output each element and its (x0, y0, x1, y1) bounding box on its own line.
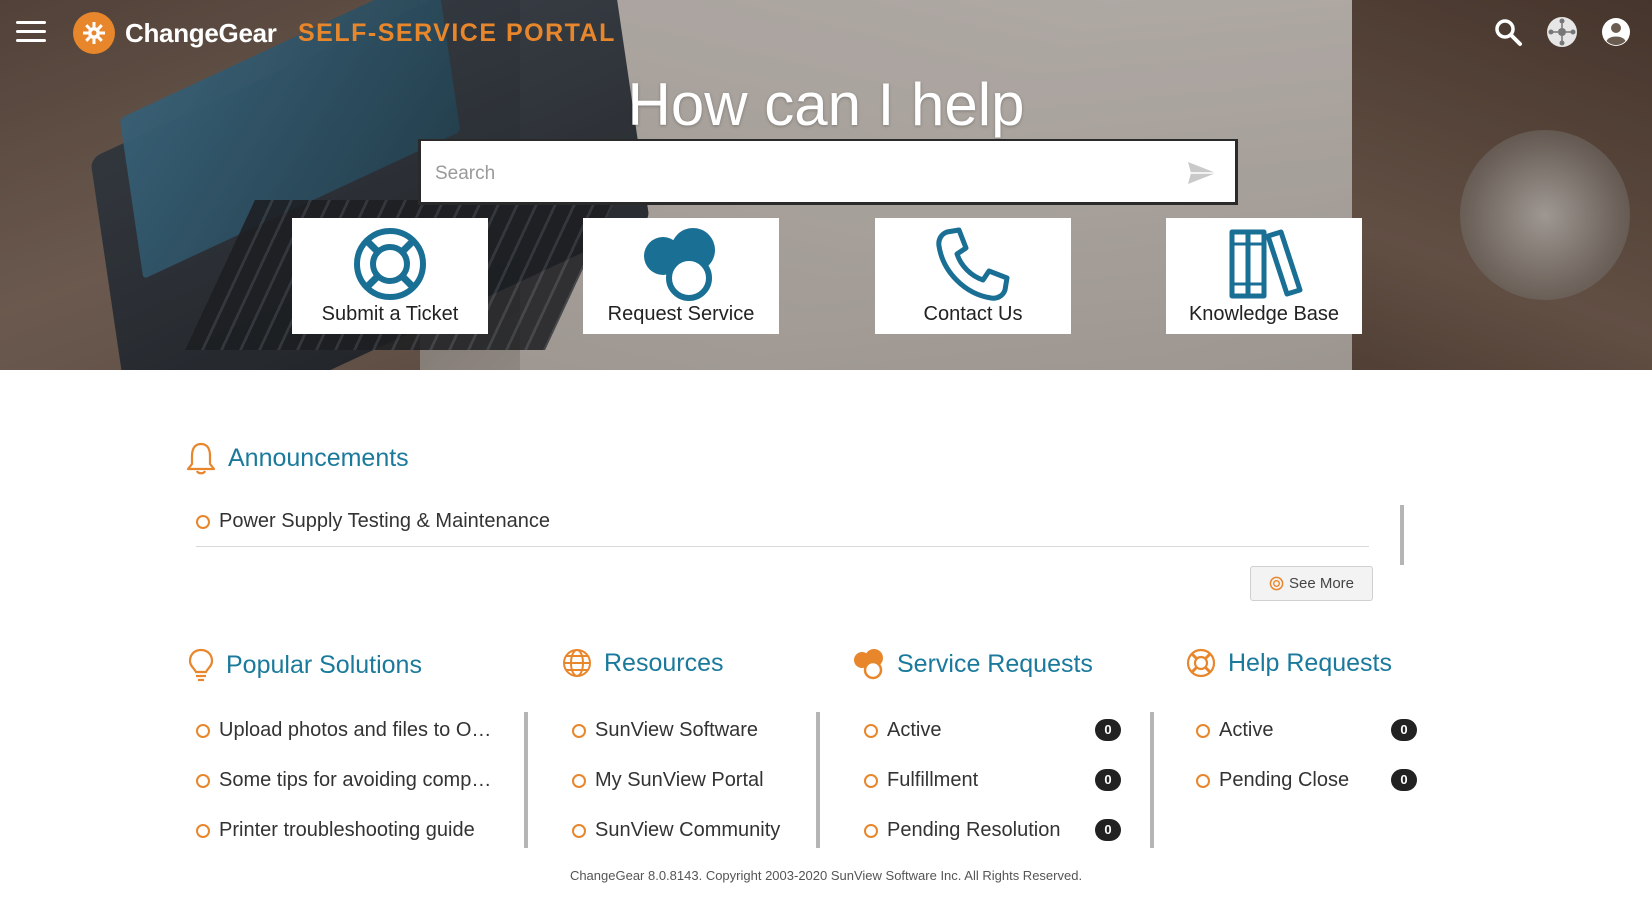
hero-title: How can I help (627, 71, 1025, 138)
lifebuoy-icon (1186, 648, 1216, 678)
bullet-icon (196, 723, 210, 738)
bullet-icon (864, 723, 878, 738)
section-title: Announcements (228, 443, 409, 472)
item-label: SunView Software (595, 719, 759, 741)
bullet-icon (1196, 773, 1210, 788)
service-bubbles-icon (644, 228, 715, 301)
brand-name: ChangeGear (125, 18, 277, 48)
service-requests-scrollbar[interactable] (1150, 712, 1154, 848)
submit-ticket-tile[interactable]: Submit a Ticket (292, 218, 488, 334)
books-icon (1229, 229, 1303, 299)
section-title: Resources (604, 648, 724, 677)
service-request-active[interactable]: Active (864, 719, 941, 742)
see-more-label: See More (1288, 575, 1355, 592)
service-request-pending-resolution[interactable]: Pending Resolution (864, 819, 1060, 842)
count-badge: 0 (1391, 769, 1417, 791)
help-requests-header: Help Requests (1186, 648, 1392, 678)
item-label: Pending Close (1219, 769, 1350, 791)
item-label: Pending Resolution (887, 819, 1061, 841)
logo-gear-icon (73, 12, 115, 54)
menu-icon[interactable] (16, 19, 46, 45)
bullet-icon (196, 823, 210, 838)
resource-item[interactable]: My SunView Portal (572, 769, 764, 792)
popular-solutions-header: Popular Solutions (188, 648, 422, 682)
count-badge: 0 (1391, 719, 1417, 741)
item-label: SunView Community (595, 819, 781, 841)
service-requests-header: Service Requests (853, 648, 1093, 680)
search-input[interactable] (435, 159, 1165, 189)
send-icon[interactable] (1187, 161, 1217, 190)
resource-item[interactable]: SunView Community (572, 819, 780, 842)
see-more-icon (1269, 576, 1284, 591)
tile-label: Request Service (607, 303, 755, 325)
item-label: Active (1219, 719, 1274, 741)
tile-label: Submit a Ticket (321, 303, 459, 325)
bullet-icon (572, 723, 586, 738)
lifebuoy-icon (354, 228, 426, 300)
resources-scrollbar[interactable] (816, 712, 820, 848)
popular-item[interactable]: Some tips for avoiding comp… (196, 769, 491, 792)
resource-item[interactable]: SunView Software (572, 719, 758, 742)
section-title: Service Requests (897, 649, 1093, 678)
count-badge: 0 (1095, 769, 1121, 791)
network-icon[interactable] (1546, 16, 1578, 48)
item-label: Upload photos and files to O… (219, 719, 492, 741)
globe-icon (563, 649, 591, 677)
bullet-icon (864, 773, 878, 788)
bullet-icon (572, 823, 586, 838)
item-label: Fulfillment (887, 769, 979, 791)
popular-item[interactable]: Upload photos and files to O… (196, 719, 491, 742)
tile-label: Contact Us (923, 303, 1023, 325)
announcement-item[interactable]: Power Supply Testing & Maintenance (196, 510, 550, 533)
section-title: Help Requests (1228, 648, 1392, 677)
popular-item[interactable]: Printer troubleshooting guide (196, 819, 475, 842)
popular-scrollbar[interactable] (524, 712, 528, 848)
bullet-icon (864, 823, 878, 838)
phone-icon (936, 227, 1010, 301)
request-service-tile[interactable]: Request Service (583, 218, 779, 334)
announcements-header: Announcements (186, 441, 409, 475)
knowledge-base-tile[interactable]: Knowledge Base (1166, 218, 1362, 334)
bell-icon (186, 442, 216, 475)
help-request-active[interactable]: Active (1196, 719, 1273, 742)
item-label: Some tips for avoiding comp… (219, 769, 492, 791)
count-badge: 0 (1095, 819, 1121, 841)
item-label: Printer troubleshooting guide (219, 819, 475, 841)
service-bubbles-icon (854, 649, 883, 680)
search-box (418, 139, 1238, 205)
tile-label: Knowledge Base (1188, 303, 1340, 325)
portal-title: SELF-SERVICE PORTAL (298, 19, 616, 47)
search-icon[interactable] (1492, 16, 1524, 48)
bullet-icon (572, 773, 586, 788)
help-request-pending-close[interactable]: Pending Close (1196, 769, 1349, 792)
count-badge: 0 (1095, 719, 1121, 741)
item-label: My SunView Portal (595, 769, 764, 791)
section-title: Popular Solutions (226, 650, 422, 679)
bullet-icon (1196, 723, 1210, 738)
announcement-divider (196, 546, 1369, 547)
service-request-fulfillment[interactable]: Fulfillment (864, 769, 978, 792)
announcements-scrollbar[interactable] (1400, 505, 1404, 565)
bullet-icon (196, 514, 210, 529)
see-more-button[interactable]: See More (1250, 566, 1373, 601)
item-label: Active (887, 719, 942, 741)
resources-header: Resources (562, 648, 724, 678)
lightbulb-icon (188, 648, 214, 682)
footer-copyright: ChangeGear 8.0.8143. Copyright 2003-2020… (569, 868, 1083, 883)
user-icon[interactable] (1600, 16, 1632, 48)
item-label: Power Supply Testing & Maintenance (219, 510, 550, 532)
contact-us-tile[interactable]: Contact Us (875, 218, 1071, 334)
bullet-icon (196, 773, 210, 788)
